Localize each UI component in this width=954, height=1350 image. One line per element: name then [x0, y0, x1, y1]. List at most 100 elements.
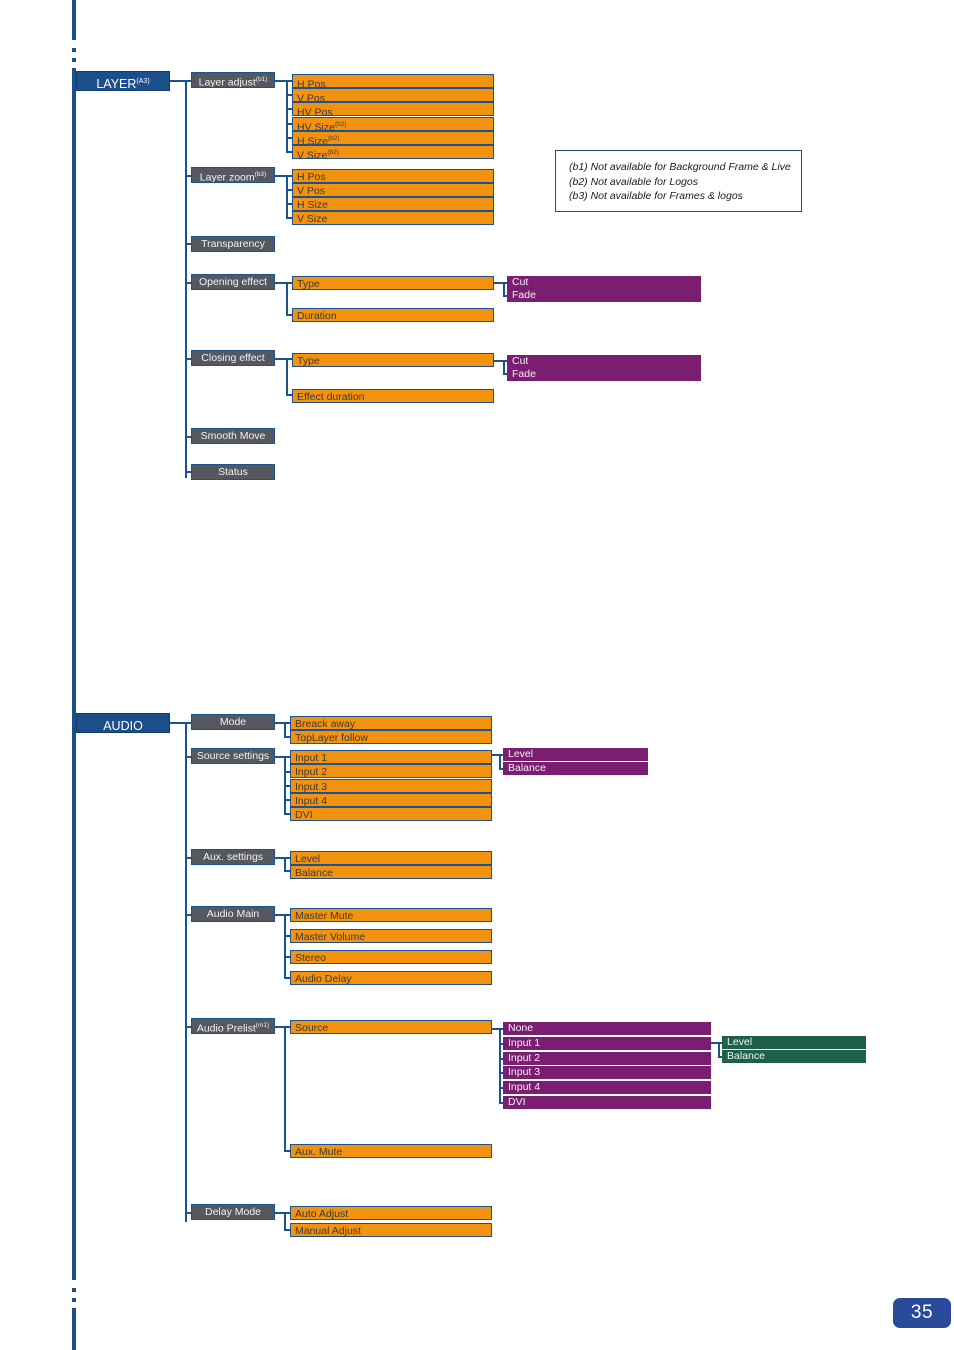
menu-option-label: TopLayer follow	[295, 732, 368, 744]
connector-branch-closing-type	[503, 360, 505, 374]
menu-option-v-size[interactable]: V Size(b2)	[292, 145, 494, 159]
menu-value-label: None	[508, 1022, 534, 1034]
menu-option-label: Auto Adjust	[295, 1208, 349, 1220]
menu-value-prelist-input-4[interactable]: Input 4	[503, 1081, 711, 1094]
menu-item-layer-zoom-label: Layer zoom	[199, 171, 255, 183]
menu-option-breack-away[interactable]: Breack away	[290, 716, 492, 730]
menu-option-closing-type[interactable]: Type	[292, 353, 494, 367]
page-number-badge: 35	[893, 1298, 951, 1328]
menu-item-audio-main-label: Audio Main	[206, 908, 260, 920]
menu-option-aux-balance[interactable]: Balance	[290, 865, 492, 879]
menu-option-master-volume[interactable]: Master Volume	[290, 929, 492, 943]
menu-value-closing-cut[interactable]: Cut	[507, 355, 701, 368]
menu-value-label: Fade	[512, 368, 536, 380]
menu-item-source-settings-label: Source settings	[196, 750, 270, 762]
menu-option-label: Audio Delay	[295, 973, 352, 985]
menu-value-prelist-input-2[interactable]: Input 2	[503, 1052, 711, 1065]
menu-value-closing-fade[interactable]: Fade	[507, 368, 701, 381]
menu-option-opening-duration[interactable]: Duration	[292, 308, 494, 322]
menu-option-label: V Pos	[297, 92, 326, 102]
menu-option-master-mute[interactable]: Master Mute	[290, 908, 492, 922]
menu-option-label: Type	[297, 278, 320, 290]
menu-value-prelist-input-3[interactable]: Input 3	[503, 1066, 711, 1079]
menu-item-audio-prelist-sup: (m1)	[255, 1022, 270, 1029]
menu-item-audio-main[interactable]: Audio Main	[191, 906, 275, 922]
menu-option-closing-effect-duration[interactable]: Effect duration	[292, 389, 494, 403]
menu-option-input-4[interactable]: Input 4	[290, 793, 492, 807]
menu-item-status-label: Status	[218, 466, 248, 478]
menu-value-label: Input 3	[508, 1066, 541, 1078]
menu-option-hv-size[interactable]: HV Size(b2)	[292, 117, 494, 131]
menu-option-label: H Pos	[297, 78, 326, 88]
menu-option-input-2[interactable]: Input 2	[290, 764, 492, 778]
menu-option-label: Master Volume	[295, 931, 366, 943]
menu-value-opening-fade[interactable]: Fade	[507, 289, 701, 302]
connector-branch-prelist-input1	[718, 1042, 720, 1057]
menu-value-label: DVI	[508, 1096, 526, 1108]
spine-segment-top	[72, 0, 76, 40]
menu-item-smooth-move-label: Smooth Move	[200, 430, 266, 442]
menu-option-aux-mute[interactable]: Aux. Mute	[290, 1144, 492, 1158]
menu-option-auto-adjust[interactable]: Auto Adjust	[290, 1206, 492, 1220]
menu-item-audio-prelist[interactable]: Audio Prelist(m1)	[191, 1018, 275, 1034]
connector-branch-opening	[286, 282, 288, 315]
menu-item-status[interactable]: Status	[191, 464, 275, 480]
menu-root-audio[interactable]: AUDIO	[76, 713, 170, 733]
menu-option-v-pos[interactable]: V Pos	[292, 88, 494, 102]
menu-value-label: Input 2	[508, 1052, 541, 1064]
menu-option-zoom-v-size[interactable]: V Size	[292, 211, 494, 225]
menu-item-mode[interactable]: Mode	[191, 714, 275, 730]
menu-value-label: Level	[508, 748, 534, 760]
menu-item-aux-settings[interactable]: Aux. settings	[191, 849, 275, 865]
menu-item-source-settings[interactable]: Source settings	[191, 748, 275, 764]
menu-option-label: V Size	[297, 149, 328, 159]
menu-item-layer-zoom[interactable]: Layer zoom(b3)	[191, 167, 275, 183]
menu-item-opening-effect[interactable]: Opening effect	[191, 274, 275, 290]
spine-dot	[72, 1298, 76, 1302]
menu-value-prelist-input-1[interactable]: Input 1	[503, 1037, 711, 1050]
menu-option-h-pos[interactable]: H Pos	[292, 74, 494, 88]
menu-option-stereo[interactable]: Stereo	[290, 950, 492, 964]
menu-option-aux-level[interactable]: Level	[290, 851, 492, 865]
menu-option-prelist-source[interactable]: Source	[290, 1020, 492, 1034]
menu-item-transparency[interactable]: Transparency	[191, 236, 275, 252]
menu-value-prelist-level[interactable]: Level	[722, 1036, 866, 1049]
connector-branch-audio-prelist	[284, 1026, 286, 1151]
menu-option-hv-pos[interactable]: HV Pos	[292, 102, 494, 116]
menu-option-manual-adjust[interactable]: Manual Adjust	[290, 1223, 492, 1237]
menu-option-h-size[interactable]: H Size(b2)	[292, 131, 494, 145]
menu-option-input-3[interactable]: Input 3	[290, 779, 492, 793]
menu-value-opening-cut[interactable]: Cut	[507, 276, 701, 289]
menu-option-label: V Size	[297, 213, 328, 225]
menu-option-label: Input 3	[295, 781, 328, 793]
menu-option-zoom-h-pos[interactable]: H Pos	[292, 169, 494, 183]
menu-option-opening-type[interactable]: Type	[292, 276, 494, 290]
menu-option-sup: (b2)	[327, 135, 340, 142]
menu-value-label: Balance	[727, 1050, 765, 1062]
menu-value-input1-level[interactable]: Level	[503, 748, 648, 761]
menu-option-toplayer-follow[interactable]: TopLayer follow	[290, 730, 492, 744]
menu-option-input-1[interactable]: Input 1	[290, 750, 492, 764]
menu-item-transparency-label: Transparency	[201, 238, 265, 250]
menu-item-delay-mode[interactable]: Delay Mode	[191, 1204, 275, 1220]
menu-option-zoom-h-size[interactable]: H Size	[292, 197, 494, 211]
menu-option-label: Aux. Mute	[295, 1146, 343, 1158]
menu-option-dvi[interactable]: DVI	[290, 807, 492, 821]
menu-option-audio-delay[interactable]: Audio Delay	[290, 971, 492, 985]
menu-root-layer-label: LAYER	[96, 77, 137, 91]
menu-value-prelist-dvi[interactable]: DVI	[503, 1096, 711, 1109]
menu-option-zoom-v-pos[interactable]: V Pos	[292, 183, 494, 197]
menu-item-layer-adjust[interactable]: Layer adjust(b1)	[191, 72, 275, 88]
connector-branch-prelist-source	[499, 1028, 501, 1103]
connector-branch-closing	[286, 358, 288, 395]
menu-item-delay-mode-label: Delay Mode	[204, 1206, 262, 1218]
menu-value-prelist-none[interactable]: None	[503, 1022, 711, 1035]
menu-root-layer-sup: (A3)	[136, 78, 150, 85]
menu-root-layer[interactable]: LAYER(A3)	[76, 71, 170, 91]
menu-item-smooth-move[interactable]: Smooth Move	[191, 428, 275, 444]
spine-segment-bottom	[72, 1308, 76, 1350]
menu-item-closing-effect[interactable]: Closing effect	[191, 350, 275, 366]
menu-option-label: HV Size	[297, 121, 335, 131]
menu-value-prelist-balance[interactable]: Balance	[722, 1050, 866, 1063]
menu-value-input1-balance[interactable]: Balance	[503, 762, 648, 775]
